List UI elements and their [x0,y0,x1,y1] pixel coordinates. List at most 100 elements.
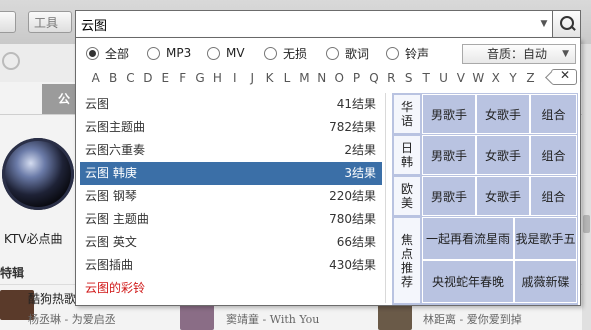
letter-v[interactable]: V [452,69,469,87]
letter-s[interactable]: S [400,69,417,87]
letter-r[interactable]: R [383,69,400,87]
tile-male-singer[interactable]: 男歌手 [422,94,476,134]
letter-j[interactable]: J [244,69,261,87]
filter-label: 歌词 [345,46,370,61]
letter-n[interactable]: N [313,69,330,87]
letter-c[interactable]: C [122,69,139,87]
tile-focus[interactable]: 一起再看流星雨 [422,217,514,260]
tile-male-singer[interactable]: 男歌手 [422,176,476,216]
suggestion-row[interactable]: 云图 钢琴 220结果 [80,185,382,208]
clear-button[interactable]: ✕ [551,68,577,85]
quality-select[interactable]: 音质：自动 ▼ [462,44,576,64]
filter-mp3[interactable]: MP3 [147,44,191,62]
song-artist: 窦靖童 - With You [226,313,320,326]
quality-label: 音质：自动 [487,47,548,61]
suggestion-count: 220结果 [329,189,376,203]
divider [385,93,386,303]
suggestion-row[interactable]: 云图 英文 66结果 [80,231,382,254]
suggestion-count: 780结果 [329,212,376,226]
suggestion-row[interactable]: 云图 主题曲 780结果 [80,208,382,231]
history-dropdown-icon[interactable]: ▼ [535,11,553,37]
tile-group[interactable]: 组合 [530,94,577,134]
letter-k[interactable]: K [261,69,278,87]
tools-menu-button[interactable]: 工具 ▼ [28,11,72,53]
refresh-icon[interactable] [2,52,20,70]
section-title: 特辑 [0,266,25,280]
suggestion-term: 云图 [85,97,110,111]
filter-all[interactable]: 全部 [86,44,129,62]
letter-l[interactable]: L [278,69,295,87]
letter-b[interactable]: B [104,69,121,87]
letter-g[interactable]: G [191,69,208,87]
search-button[interactable] [553,10,581,38]
filter-label: MP3 [166,46,192,60]
category-western: 欧美 [394,177,420,215]
filter-mv[interactable]: MV [207,44,245,62]
suggestion-row[interactable]: 云图 韩庚 3结果 [80,162,382,185]
tile-focus[interactable]: 央视蛇年春晚 [422,260,514,303]
letter-d[interactable]: D [139,69,156,87]
suggestion-row[interactable]: 云图插曲 430结果 [80,254,382,277]
toolbar-edge-button[interactable] [0,11,16,33]
close-icon: ✕ [560,68,571,82]
tile-group[interactable]: 组合 [530,176,577,216]
category-jpkr: 日韩 [394,136,420,174]
song-artist: 林距离 - 爱你爱到掉 [423,313,522,326]
filter-ringtone[interactable]: 铃声 [386,44,429,62]
scrollbar[interactable] [582,44,591,330]
suggestion-count: 3结果 [344,166,376,180]
tile-group[interactable]: 组合 [530,135,577,175]
filter-lyrics[interactable]: 歌词 [326,44,369,62]
search-suggestion-panel: 全部 MP3 MV 无损 歌词 铃声 音质：自动 ▼ ABCDEFGHIJKLM… [75,38,581,306]
ringtone-suggestion[interactable]: 云图的彩铃 [80,277,382,300]
category-focus: 焦点推荐 [394,218,420,303]
tile-female-singer[interactable]: 女歌手 [476,135,530,175]
suggestion-term: 云图 主题曲 [85,212,149,226]
letter-h[interactable]: H [209,69,226,87]
tile-female-singer[interactable]: 女歌手 [476,176,530,216]
search-box[interactable]: ▼ [75,10,553,38]
song-title[interactable]: 酷狗热歌 [28,290,76,307]
chevron-down-icon: ▼ [562,49,569,59]
suggestion-row[interactable]: 云图六重奏 2结果 [80,139,382,162]
radio-icon [207,46,220,60]
tile-male-singer[interactable]: 男歌手 [422,135,476,175]
radio-icon [86,46,99,60]
category-chinese: 华语 [394,95,420,133]
search-input[interactable] [81,14,521,34]
song-artist: 杨丞琳 - 为爱启丞 [28,313,116,326]
letter-u[interactable]: U [435,69,452,87]
suggestion-count: 782结果 [329,120,376,134]
letter-q[interactable]: Q [365,69,382,87]
category-label: 欧美 [400,182,413,210]
suggestion-count: 41结果 [336,97,376,111]
tile-focus[interactable]: 我是歌手五 [514,217,577,260]
radio-icon [386,46,399,60]
filter-lossless[interactable]: 无损 [264,44,307,62]
letter-z[interactable]: Z [522,69,539,87]
letter-o[interactable]: O [330,69,347,87]
letter-f[interactable]: F [174,69,191,87]
letter-y[interactable]: Y [504,69,521,87]
category-label: 日韩 [400,141,413,169]
scrollbar-thumb[interactable] [583,215,590,233]
category-label: 焦点推荐 [400,232,413,289]
letter-a[interactable]: A [87,69,104,87]
letter-i[interactable]: I [226,69,243,87]
tile-female-singer[interactable]: 女歌手 [476,94,530,134]
suggestion-row[interactable]: 云图主题曲 782结果 [80,116,382,139]
suggestion-term: 云图 韩庚 [85,166,137,180]
ktv-mic-image[interactable] [2,138,74,210]
letter-e[interactable]: E [157,69,174,87]
suggestion-count: 66结果 [336,235,376,249]
letter-t[interactable]: T [417,69,434,87]
letter-w[interactable]: W [470,69,487,87]
letter-m[interactable]: M [296,69,313,87]
tile-focus[interactable]: 戚薇新碟 [514,260,577,303]
ktv-label: KTV必点曲 [4,232,63,246]
suggestion-count: 430结果 [329,258,376,272]
suggestion-row[interactable]: 云图 41结果 [80,93,382,116]
filter-label: 无损 [283,46,308,61]
letter-p[interactable]: P [348,69,365,87]
letter-x[interactable]: X [487,69,504,87]
